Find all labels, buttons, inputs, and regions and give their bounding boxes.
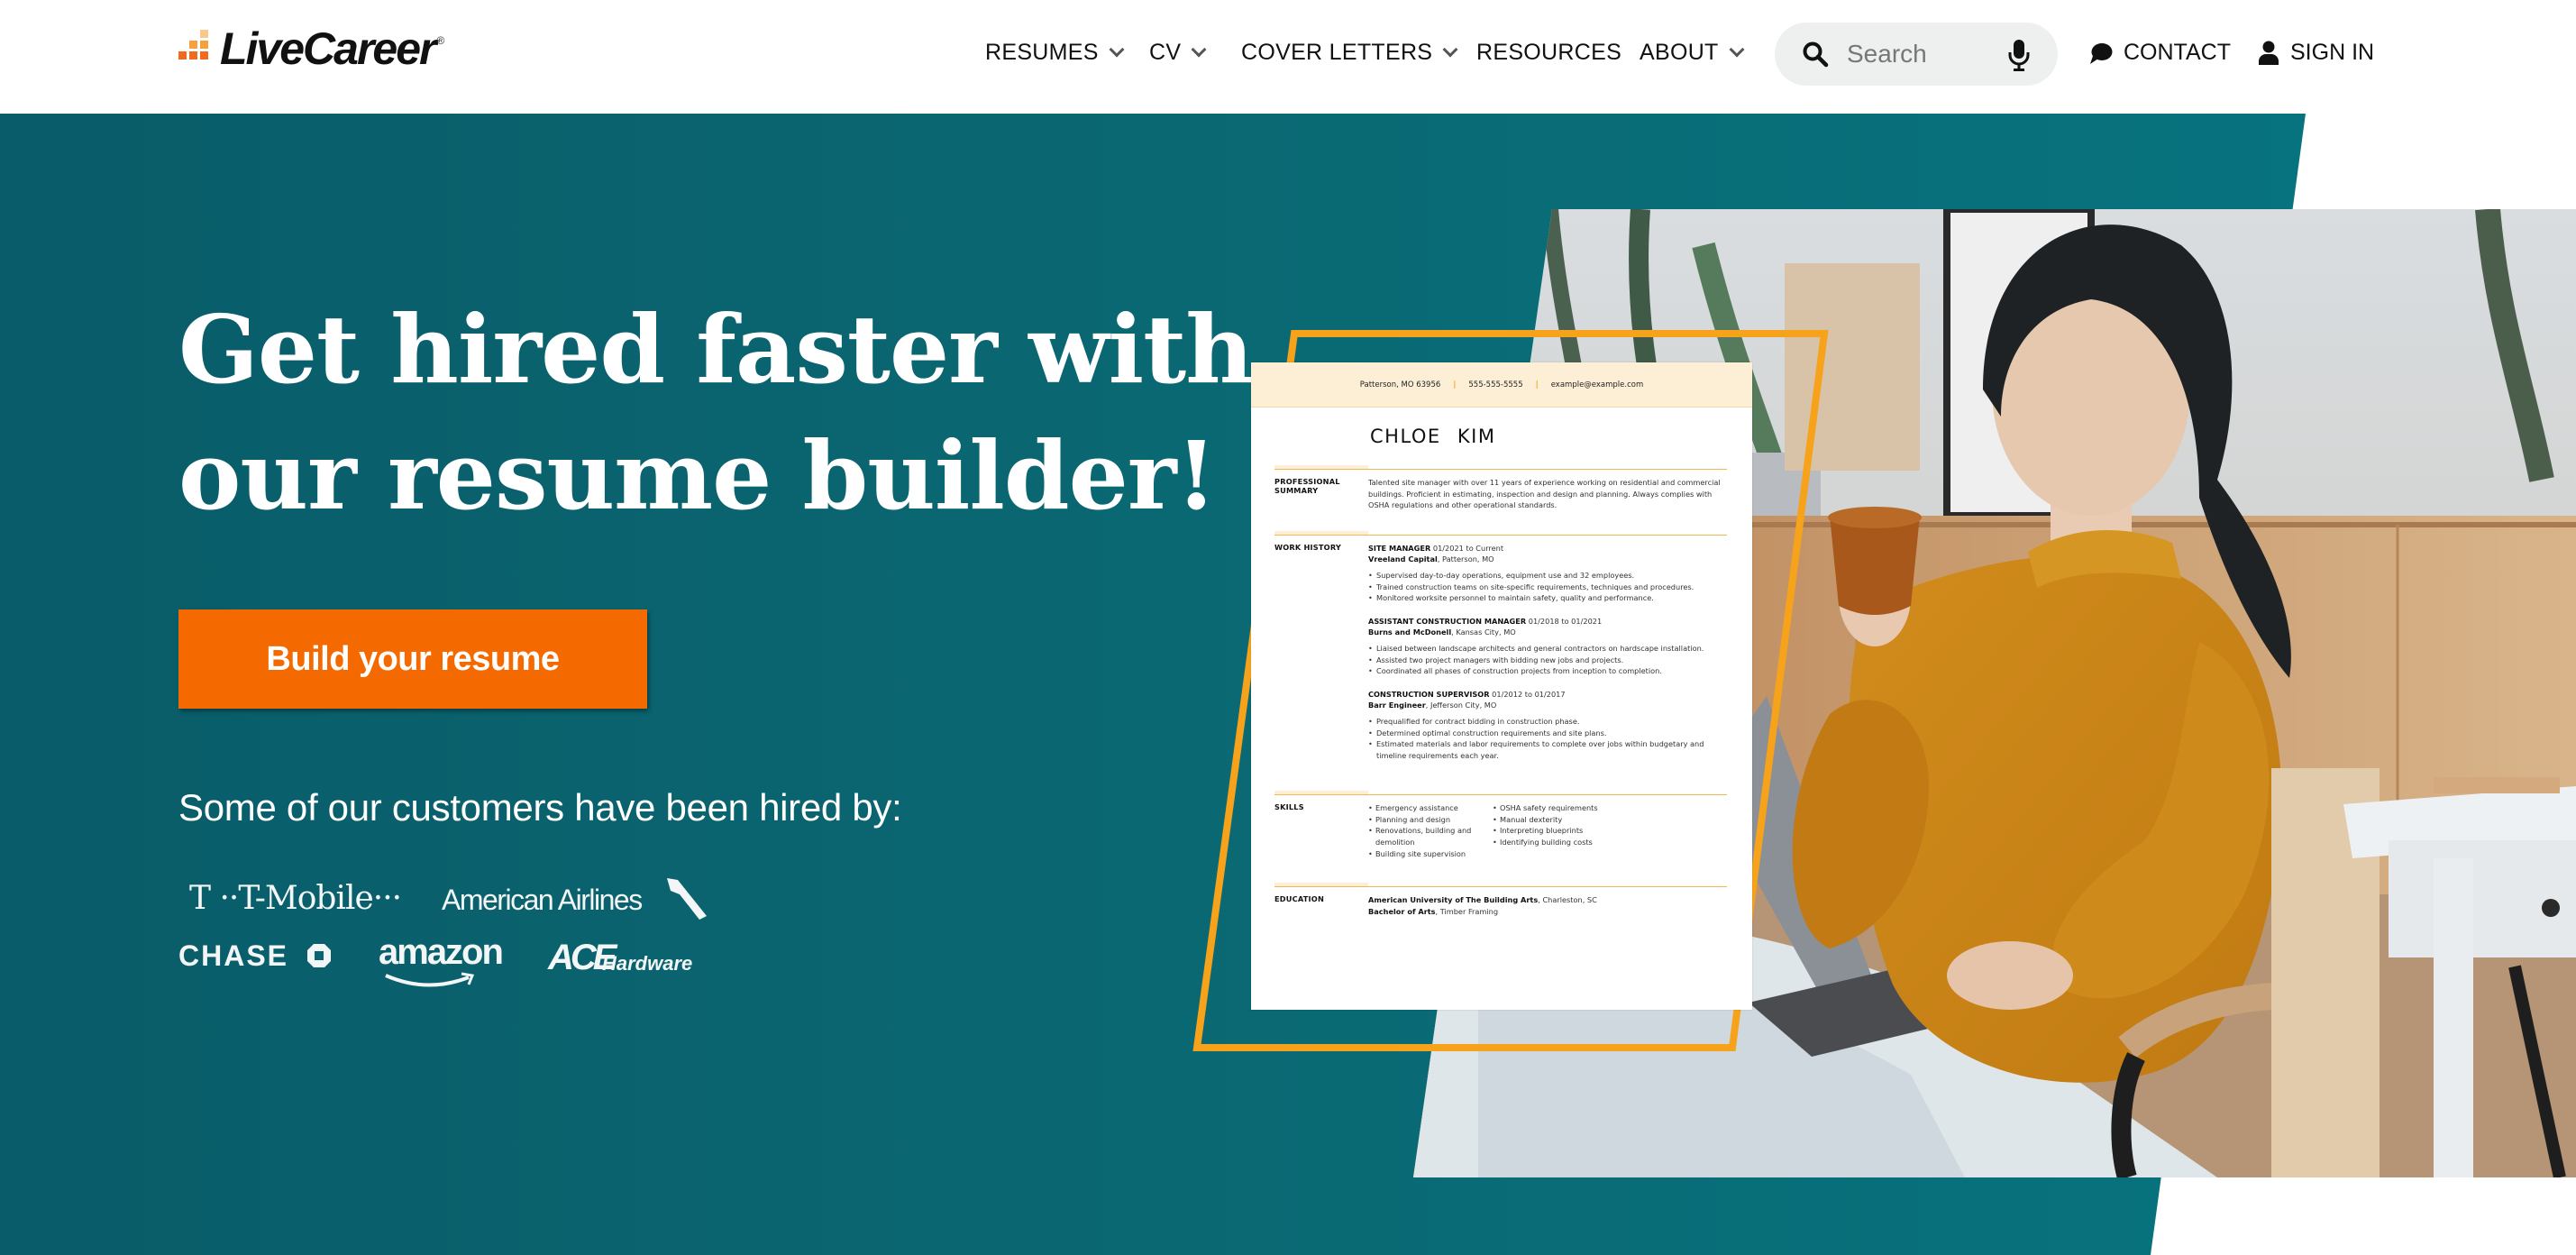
school-name: American University of The Building Arts (1368, 895, 1539, 905)
job-title: ASSISTANT CONSTRUCTION MANAGER (1368, 616, 1527, 626)
section-label: PROFESSIONAL SUMMARY (1274, 477, 1340, 495)
job-entry: ASSISTANT CONSTRUCTION MANAGER 01/2018 t… (1368, 616, 1727, 677)
nav-cv-label: CV (1149, 40, 1182, 65)
livecareer-logo[interactable]: LiveCareer ® (178, 23, 444, 74)
nav-resources[interactable]: RESOURCES (1476, 40, 1621, 66)
school-location: , Charleston, SC (1538, 895, 1597, 905)
nav-cv[interactable]: CV (1149, 40, 1204, 66)
resume-email: example@example.com (1550, 380, 1644, 389)
job-title: SITE MANAGER (1368, 543, 1431, 553)
american-airlines-logo: American Airlines (442, 884, 643, 916)
job-entry: SITE MANAGER 01/2021 to Current Vreeland… (1368, 543, 1727, 604)
section-label: SKILLS (1274, 802, 1304, 812)
section-label: EDUCATION (1274, 894, 1324, 904)
american-airlines-eagle-icon (667, 878, 707, 920)
nav-resumes[interactable]: RESUMES (985, 40, 1122, 66)
resume-section-education: EDUCATION American University of The Bui… (1274, 883, 1727, 917)
logo-bars-icon (178, 30, 216, 68)
resume-contact-bar: Patterson, MO 63956 | 555-555-5555 | exa… (1251, 362, 1752, 408)
chase-logo: CHASE (178, 939, 289, 972)
job-bullet: Assisted two project managers with biddi… (1368, 655, 1727, 666)
job-bullet: Trained construction teams on site-speci… (1368, 582, 1727, 593)
job-location: , Kansas City, MO (1451, 628, 1516, 637)
job-bullet: Liaised between landscape architects and… (1368, 643, 1727, 655)
skills-column-2: OSHA safety requirements Manual dexterit… (1493, 802, 1598, 859)
logo-text: LiveCareer (220, 23, 436, 74)
ace-hardware-subtext: Hardware (602, 952, 693, 975)
nav-about-label: ABOUT (1640, 40, 1719, 65)
nav-about[interactable]: ABOUT (1640, 40, 1742, 66)
resume-section-skills: SKILLS Emergency assistance Planning and… (1274, 791, 1727, 859)
skill-item: Renovations, building and demolition (1368, 825, 1493, 847)
t-mobile-logo: T ··T-Mobile··· (189, 880, 402, 917)
registered-mark: ® (436, 34, 445, 47)
skill-item: Interpreting blueprints (1493, 825, 1598, 837)
search-input[interactable] (1847, 35, 1982, 73)
sign-in-label: SIGN IN (2290, 40, 2375, 65)
job-location: , Jefferson City, MO (1425, 701, 1497, 710)
site-header: LiveCareer ® RESUMES CV COVER LETTERS RE… (0, 0, 2576, 114)
skill-item: Planning and design (1368, 814, 1493, 826)
hero-headline-line-2: our resume builder! (178, 420, 1217, 531)
resume-phone: 555-555-5555 (1468, 380, 1523, 389)
resume-preview: Patterson, MO 63956 | 555-555-5555 | exa… (1251, 362, 1752, 1010)
nav-resumes-label: RESUMES (985, 40, 1099, 65)
job-company: Barr Engineer (1368, 701, 1426, 710)
degree-name: Bachelor of Arts (1368, 906, 1436, 916)
employer-logos: T ··T-Mobile··· American Airlines CHASE … (178, 875, 755, 992)
job-bullet: Supervised day-to-day operations, equipm… (1368, 570, 1727, 582)
skills-column-1: Emergency assistance Planning and design… (1368, 802, 1493, 859)
nav-resources-label: RESOURCES (1476, 40, 1622, 65)
search-box[interactable] (1775, 23, 2058, 86)
summary-text: Talented site manager with over 11 years… (1368, 478, 1721, 510)
skill-item: Manual dexterity (1493, 814, 1598, 826)
amazon-smile-icon (385, 972, 475, 987)
hero-headline: Get hired faster with our resume builder… (178, 287, 1260, 539)
build-your-resume-button[interactable]: Build your resume (178, 609, 647, 709)
contact-link[interactable]: CONTACT (2089, 40, 2231, 66)
job-company: Vreeland Capital (1368, 554, 1438, 564)
search-icon[interactable] (1802, 41, 1829, 68)
job-location: , Patterson, MO (1437, 554, 1494, 564)
resume-city: Patterson, MO 63956 (1359, 380, 1441, 389)
chevron-down-icon (1443, 44, 1456, 57)
contact-label: CONTACT (2124, 40, 2231, 65)
skill-item: Emergency assistance (1368, 802, 1493, 814)
resume-name: CHLOE KIM (1370, 426, 1496, 447)
skill-item: OSHA safety requirements (1493, 802, 1598, 814)
chase-octagon-icon (307, 944, 331, 967)
nav-cover-letters[interactable]: COVER LETTERS (1241, 40, 1456, 66)
nav-cover-letters-label: COVER LETTERS (1241, 40, 1433, 65)
section-label: WORK HISTORY (1274, 542, 1342, 552)
separator: | (1453, 380, 1457, 389)
amazon-logo: amazon (379, 932, 504, 972)
chat-bubble-icon (2090, 42, 2113, 64)
job-entry: CONSTRUCTION SUPERVISOR 01/2012 to 01/20… (1368, 689, 1727, 762)
job-company: Burns and McDonell (1368, 628, 1452, 637)
skill-item: Identifying building costs (1493, 837, 1598, 848)
sign-in-link[interactable]: SIGN IN (2258, 40, 2374, 66)
skill-item: Building site supervision (1368, 848, 1493, 860)
degree-field: , Timber Framing (1435, 906, 1499, 916)
separator: | (1535, 380, 1539, 389)
job-dates: 01/2018 to 01/2021 (1526, 616, 1603, 626)
job-bullet: Determined optimal construction requirem… (1368, 728, 1727, 739)
job-dates: 01/2012 to 01/2017 (1489, 689, 1566, 699)
chevron-down-icon (1730, 44, 1742, 57)
microphone-icon[interactable] (2007, 39, 2031, 71)
job-title: CONSTRUCTION SUPERVISOR (1368, 689, 1490, 699)
resume-section-work-history: WORK HISTORY SITE MANAGER 01/2021 to Cur… (1274, 530, 1727, 774)
job-bullet: Estimated materials and labor requiremen… (1368, 738, 1727, 761)
hero-headline-line-1: Get hired faster with (178, 294, 1254, 405)
job-dates: 01/2021 to Current (1430, 543, 1504, 553)
user-icon (2259, 41, 2279, 65)
job-bullet: Monitored worksite personnel to maintain… (1368, 592, 1727, 604)
hired-by-text: Some of our customers have been hired by… (178, 786, 902, 829)
job-bullet: Prequalified for contract bidding in con… (1368, 716, 1727, 728)
chevron-down-icon (1192, 44, 1204, 57)
chevron-down-icon (1110, 44, 1122, 57)
job-bullet: Coordinated all phases of construction p… (1368, 665, 1727, 677)
resume-section-summary: PROFESSIONAL SUMMARY Talented site manage… (1274, 465, 1727, 511)
